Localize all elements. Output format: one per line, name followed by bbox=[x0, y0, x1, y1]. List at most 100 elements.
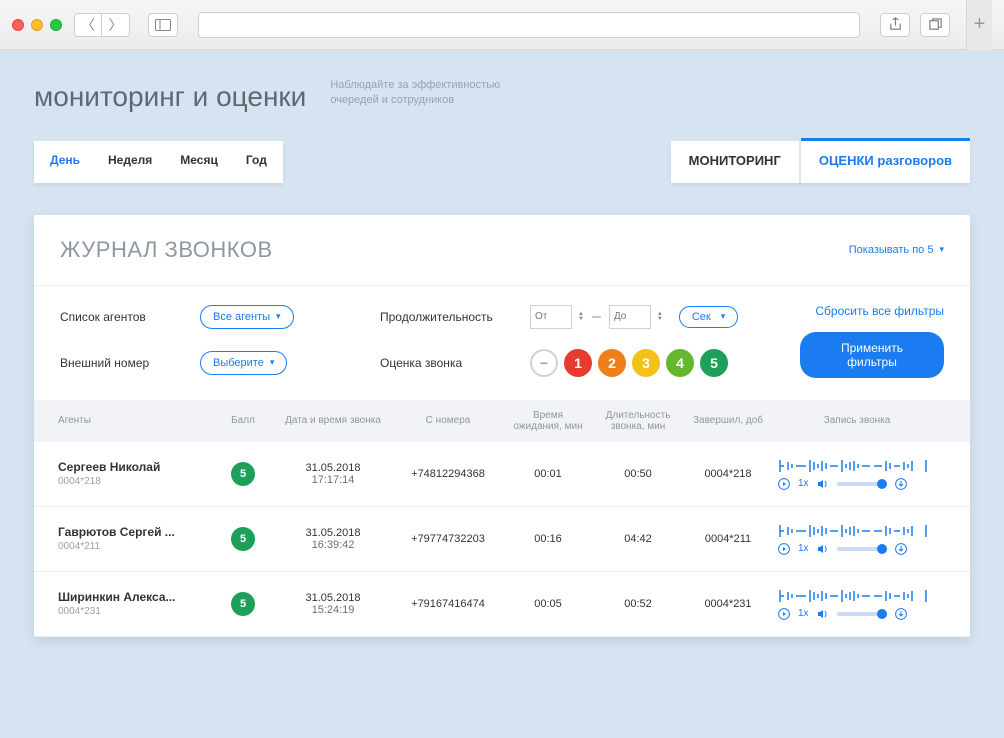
app-viewport: мониторинг и оценки Наблюдайте за эффект… bbox=[0, 50, 1004, 738]
page-subtitle: Наблюдайте за эффективностью очередей и … bbox=[330, 78, 530, 113]
score-cell: 5 bbox=[208, 592, 278, 616]
rating-5-button[interactable]: 5 bbox=[700, 349, 728, 377]
duration-from-input[interactable] bbox=[530, 305, 572, 329]
maximize-window-icon[interactable] bbox=[50, 19, 62, 31]
from-number: +74812294368 bbox=[388, 468, 508, 480]
waveform-icon[interactable] bbox=[778, 458, 928, 474]
period-day[interactable]: День bbox=[36, 143, 94, 181]
period-month[interactable]: Месяц bbox=[166, 143, 232, 181]
datetime-cell: 31.05.2018 16:39:42 bbox=[278, 527, 388, 551]
agent-extension: 0004*231 bbox=[58, 606, 208, 617]
table-row: Ширинкин Алекса... 0004*231 5 31.05.2018… bbox=[34, 572, 970, 637]
view-tabs: МОНИТОРИНГ ОЦЕНКИ разговоров bbox=[671, 141, 970, 183]
waveform-icon[interactable] bbox=[778, 588, 928, 604]
chevron-down-icon: ▾ bbox=[276, 311, 281, 322]
rating-2-button[interactable]: 2 bbox=[598, 349, 626, 377]
pager-label: Показывать по 5 bbox=[849, 244, 934, 256]
window-controls bbox=[12, 19, 62, 31]
call-time: 16:39:42 bbox=[278, 539, 388, 551]
apply-filters-button[interactable]: Применить фильтры bbox=[800, 332, 944, 378]
rating-4-button[interactable]: 4 bbox=[666, 349, 694, 377]
range-dash: – bbox=[588, 308, 605, 326]
sidebar-toggle-button[interactable] bbox=[148, 13, 178, 37]
filter-duration-label: Продолжительность bbox=[380, 310, 510, 324]
back-button[interactable]: 〈 bbox=[74, 13, 102, 37]
volume-icon[interactable] bbox=[817, 608, 829, 620]
playback-speed[interactable]: 1x bbox=[798, 478, 809, 489]
agent-cell: Ширинкин Алекса... 0004*231 bbox=[58, 590, 208, 617]
external-number-value: Выберите bbox=[213, 357, 264, 369]
call-duration: 00:50 bbox=[588, 468, 688, 480]
volume-icon[interactable] bbox=[817, 543, 829, 555]
from-number: +79774732203 bbox=[388, 533, 508, 545]
play-icon[interactable] bbox=[778, 478, 790, 490]
download-icon[interactable] bbox=[895, 478, 907, 490]
ended-by: 0004*218 bbox=[688, 468, 768, 480]
rating-3-button[interactable]: 3 bbox=[632, 349, 660, 377]
rating-1-button[interactable]: 1 bbox=[564, 349, 592, 377]
col-from: С номера bbox=[388, 415, 508, 426]
minimize-window-icon[interactable] bbox=[31, 19, 43, 31]
reset-filters-link[interactable]: Сбросить все фильтры bbox=[815, 304, 944, 318]
play-icon[interactable] bbox=[778, 543, 790, 555]
waveform-icon[interactable] bbox=[778, 523, 928, 539]
agents-dropdown[interactable]: Все агенты ▾ bbox=[200, 305, 294, 329]
browser-chrome: 〈 〉 + bbox=[0, 0, 1004, 50]
new-tab-button[interactable]: + bbox=[966, 0, 992, 50]
close-window-icon[interactable] bbox=[12, 19, 24, 31]
volume-slider[interactable] bbox=[837, 547, 887, 551]
volume-icon[interactable] bbox=[817, 478, 829, 490]
col-recording: Запись звонка bbox=[768, 415, 946, 426]
col-duration: Длительность звонка, мин bbox=[588, 410, 688, 432]
period-week[interactable]: Неделя bbox=[94, 143, 166, 181]
call-duration: 00:52 bbox=[588, 598, 688, 610]
call-time: 17:17:14 bbox=[278, 474, 388, 486]
col-datetime: Дата и время звонка bbox=[278, 415, 388, 426]
score-cell: 5 bbox=[208, 462, 278, 486]
ended-by: 0004*231 bbox=[688, 598, 768, 610]
col-score: Балл bbox=[208, 415, 278, 426]
agent-name: Сергеев Николай bbox=[58, 460, 208, 474]
external-number-dropdown[interactable]: Выберите ▾ bbox=[200, 351, 287, 375]
datetime-cell: 31.05.2018 15:24:19 bbox=[278, 592, 388, 616]
call-date: 31.05.2018 bbox=[278, 462, 388, 474]
table-row: Гаврютов Сергей ... 0004*211 5 31.05.201… bbox=[34, 507, 970, 572]
play-icon[interactable] bbox=[778, 608, 790, 620]
playback-speed[interactable]: 1x bbox=[798, 543, 809, 554]
forward-button[interactable]: 〉 bbox=[102, 13, 130, 37]
volume-slider[interactable] bbox=[837, 482, 887, 486]
share-button[interactable] bbox=[880, 13, 910, 37]
wait-time: 00:05 bbox=[508, 598, 588, 610]
tab-ratings[interactable]: ОЦЕНКИ разговоров bbox=[801, 141, 970, 183]
chevron-down-icon: ▾ bbox=[939, 244, 944, 255]
rating-minus-button[interactable]: − bbox=[530, 349, 558, 377]
stepper-icon[interactable]: ▲▼ bbox=[578, 312, 584, 322]
wait-time: 00:01 bbox=[508, 468, 588, 480]
call-date: 31.05.2018 bbox=[278, 527, 388, 539]
call-journal-panel: ЖУРНАЛ ЗВОНКОВ Показывать по 5 ▾ Список … bbox=[34, 215, 970, 637]
address-bar[interactable] bbox=[198, 12, 860, 38]
col-wait: Время ожидания, мин bbox=[508, 410, 588, 432]
stepper-icon[interactable]: ▲▼ bbox=[657, 312, 663, 322]
agents-dropdown-value: Все агенты bbox=[213, 311, 270, 323]
col-ended: Завершил, доб bbox=[688, 415, 768, 426]
download-icon[interactable] bbox=[895, 608, 907, 620]
filter-rating-label: Оценка звонка bbox=[380, 356, 510, 370]
page-size-dropdown[interactable]: Показывать по 5 ▾ bbox=[849, 244, 944, 256]
volume-slider[interactable] bbox=[837, 612, 887, 616]
agent-cell: Сергеев Николай 0004*218 bbox=[58, 460, 208, 487]
duration-to-input[interactable] bbox=[609, 305, 651, 329]
duration-unit-dropdown[interactable]: Сек ▾ bbox=[679, 306, 738, 328]
agent-name: Ширинкин Алекса... bbox=[58, 590, 208, 604]
tabs-button[interactable] bbox=[920, 13, 950, 37]
period-year[interactable]: Год bbox=[232, 143, 281, 181]
recording-cell: 1x bbox=[768, 458, 946, 490]
download-icon[interactable] bbox=[895, 543, 907, 555]
tab-monitoring[interactable]: МОНИТОРИНГ bbox=[671, 141, 799, 183]
chevron-down-icon: ▾ bbox=[270, 357, 275, 368]
call-time: 15:24:19 bbox=[278, 604, 388, 616]
period-segments: День Неделя Месяц Год bbox=[34, 141, 283, 183]
agent-cell: Гаврютов Сергей ... 0004*211 bbox=[58, 525, 208, 552]
playback-speed[interactable]: 1x bbox=[798, 608, 809, 619]
filter-agents-label: Список агентов bbox=[60, 310, 180, 324]
